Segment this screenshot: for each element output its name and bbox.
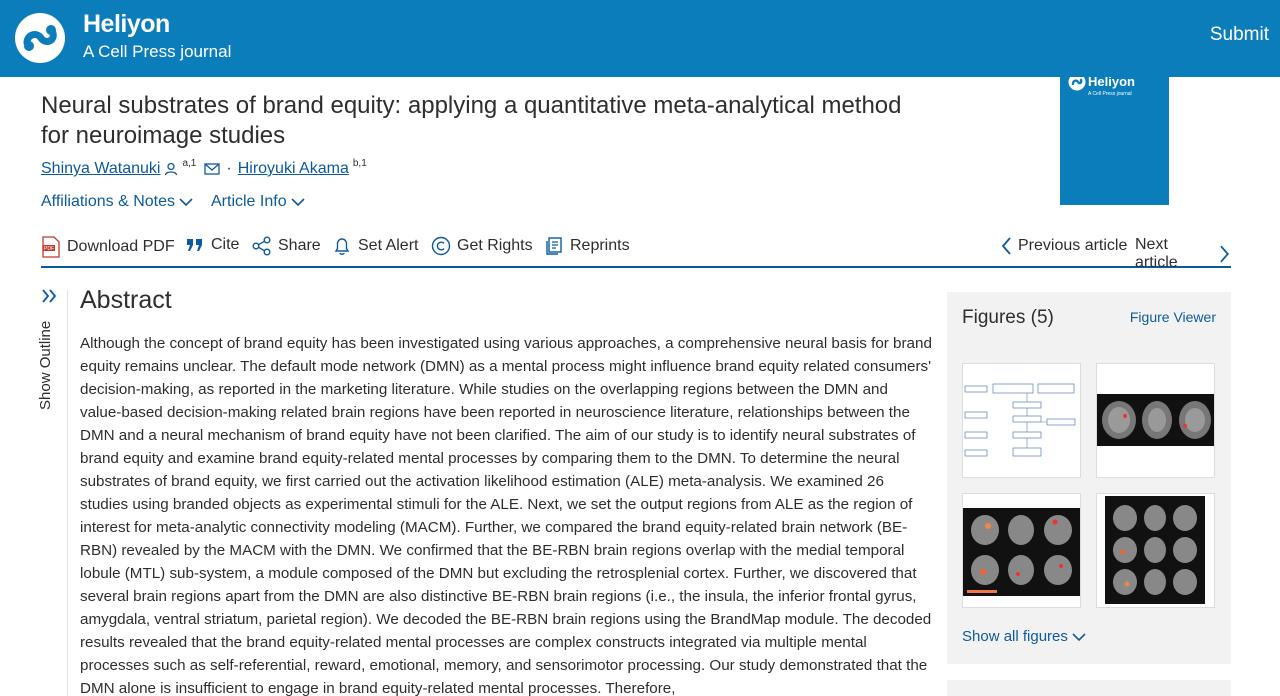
- pdf-icon: PDF: [42, 236, 60, 258]
- reprints-label: Reprints: [570, 237, 630, 254]
- author-affiliation-sup[interactable]: a,1: [182, 158, 196, 169]
- site-header: Heliyon A Cell Press journal Submit: [0, 0, 1280, 77]
- author-separator: ·: [226, 160, 232, 177]
- affiliations-notes-label: Affiliations & Notes: [41, 193, 175, 210]
- abstract-text: Although the concept of brand equity has…: [80, 335, 932, 696]
- author-name-link[interactable]: Shinya Watanuki: [41, 160, 160, 178]
- chevron-right-icon: [1220, 245, 1230, 263]
- article-toolbar: PDF Download PDF Cite Share Set Alert Ge…: [41, 234, 1231, 271]
- article-info-toggle[interactable]: Article Info: [211, 193, 305, 211]
- figures-panel: Figures (5) Figure Viewer Show all figur…: [947, 292, 1231, 664]
- chevron-down-icon: [1072, 632, 1086, 641]
- journal-cover-image[interactable]: Heliyon A Cell Press journal: [1060, 70, 1169, 205]
- author-list: Shinya Watanuki a,1 · Hiroyuki Akama b,1: [41, 158, 367, 178]
- heliyon-logo-icon[interactable]: [13, 12, 67, 64]
- next-article-label: Next article: [1135, 236, 1178, 271]
- secondary-panel: [947, 680, 1231, 696]
- chevron-down-icon: [291, 198, 305, 207]
- bell-icon: [334, 238, 350, 255]
- brain-scan-figure-image: [1097, 394, 1214, 446]
- author-name-link[interactable]: Hiroyuki Akama: [238, 160, 349, 178]
- show-outline-label[interactable]: Show Outline: [37, 321, 54, 410]
- share-label: Share: [278, 237, 321, 254]
- figure-thumbnail-2[interactable]: [1096, 363, 1215, 478]
- article-info-label: Article Info: [211, 193, 287, 210]
- chevron-left-icon: [1001, 237, 1011, 255]
- previous-article-label: Previous article: [1018, 237, 1128, 254]
- figures-heading: Figures (5): [962, 307, 1054, 328]
- brand-name[interactable]: Heliyon: [83, 10, 170, 39]
- reprints-icon: [546, 237, 562, 255]
- copyright-icon: [431, 236, 451, 256]
- outline-divider: [67, 290, 68, 696]
- figure-thumbnail-1[interactable]: [962, 363, 1081, 478]
- article-meta-links: Affiliations & Notes Article Info: [41, 193, 305, 211]
- previous-article-link[interactable]: Previous article: [1000, 236, 1127, 256]
- email-icon[interactable]: [204, 163, 221, 175]
- author-affiliation-sup[interactable]: b,1: [353, 158, 367, 169]
- cover-subtitle: A Cell Press journal: [1088, 91, 1132, 97]
- show-all-figures-label: Show all figures: [962, 628, 1068, 645]
- flowchart-figure-image: [963, 382, 1080, 460]
- person-icon[interactable]: [164, 162, 178, 176]
- chevron-down-icon: [179, 198, 193, 207]
- figure-thumbnail-3[interactable]: [962, 493, 1081, 608]
- abstract-heading: Abstract: [80, 286, 172, 314]
- reprints-button[interactable]: Reprints: [544, 236, 630, 256]
- show-all-figures-button[interactable]: Show all figures: [962, 628, 1086, 645]
- figure-viewer-link[interactable]: Figure Viewer: [1130, 309, 1216, 325]
- brand-subtitle: A Cell Press journal: [83, 42, 232, 61]
- get-rights-button[interactable]: Get Rights: [431, 236, 533, 256]
- share-icon: [252, 236, 271, 256]
- share-button[interactable]: Share: [252, 236, 321, 256]
- quote-icon: [187, 239, 202, 251]
- brain-scan-figure-image: [963, 508, 1080, 596]
- set-alert-button[interactable]: Set Alert: [332, 236, 418, 256]
- affiliations-notes-toggle[interactable]: Affiliations & Notes: [41, 193, 193, 211]
- cite-label: Cite: [211, 236, 240, 253]
- set-alert-label: Set Alert: [358, 237, 419, 254]
- show-outline-toggle[interactable]: [41, 288, 65, 309]
- get-rights-label: Get Rights: [457, 237, 533, 254]
- download-pdf-button[interactable]: PDF Download PDF: [41, 236, 175, 258]
- double-chevron-right-icon: [42, 289, 57, 303]
- cite-button[interactable]: Cite: [185, 236, 239, 254]
- svg-text:PDF: PDF: [44, 246, 54, 252]
- submit-button[interactable]: Submit: [1210, 24, 1269, 46]
- next-article-link[interactable]: Next article: [1135, 236, 1231, 272]
- article-title: Neural substrates of brand equity: apply…: [41, 92, 902, 149]
- brain-scan-figure-image: [1105, 496, 1205, 604]
- download-pdf-label: Download PDF: [67, 238, 175, 255]
- figure-thumbnail-4[interactable]: [1096, 493, 1215, 608]
